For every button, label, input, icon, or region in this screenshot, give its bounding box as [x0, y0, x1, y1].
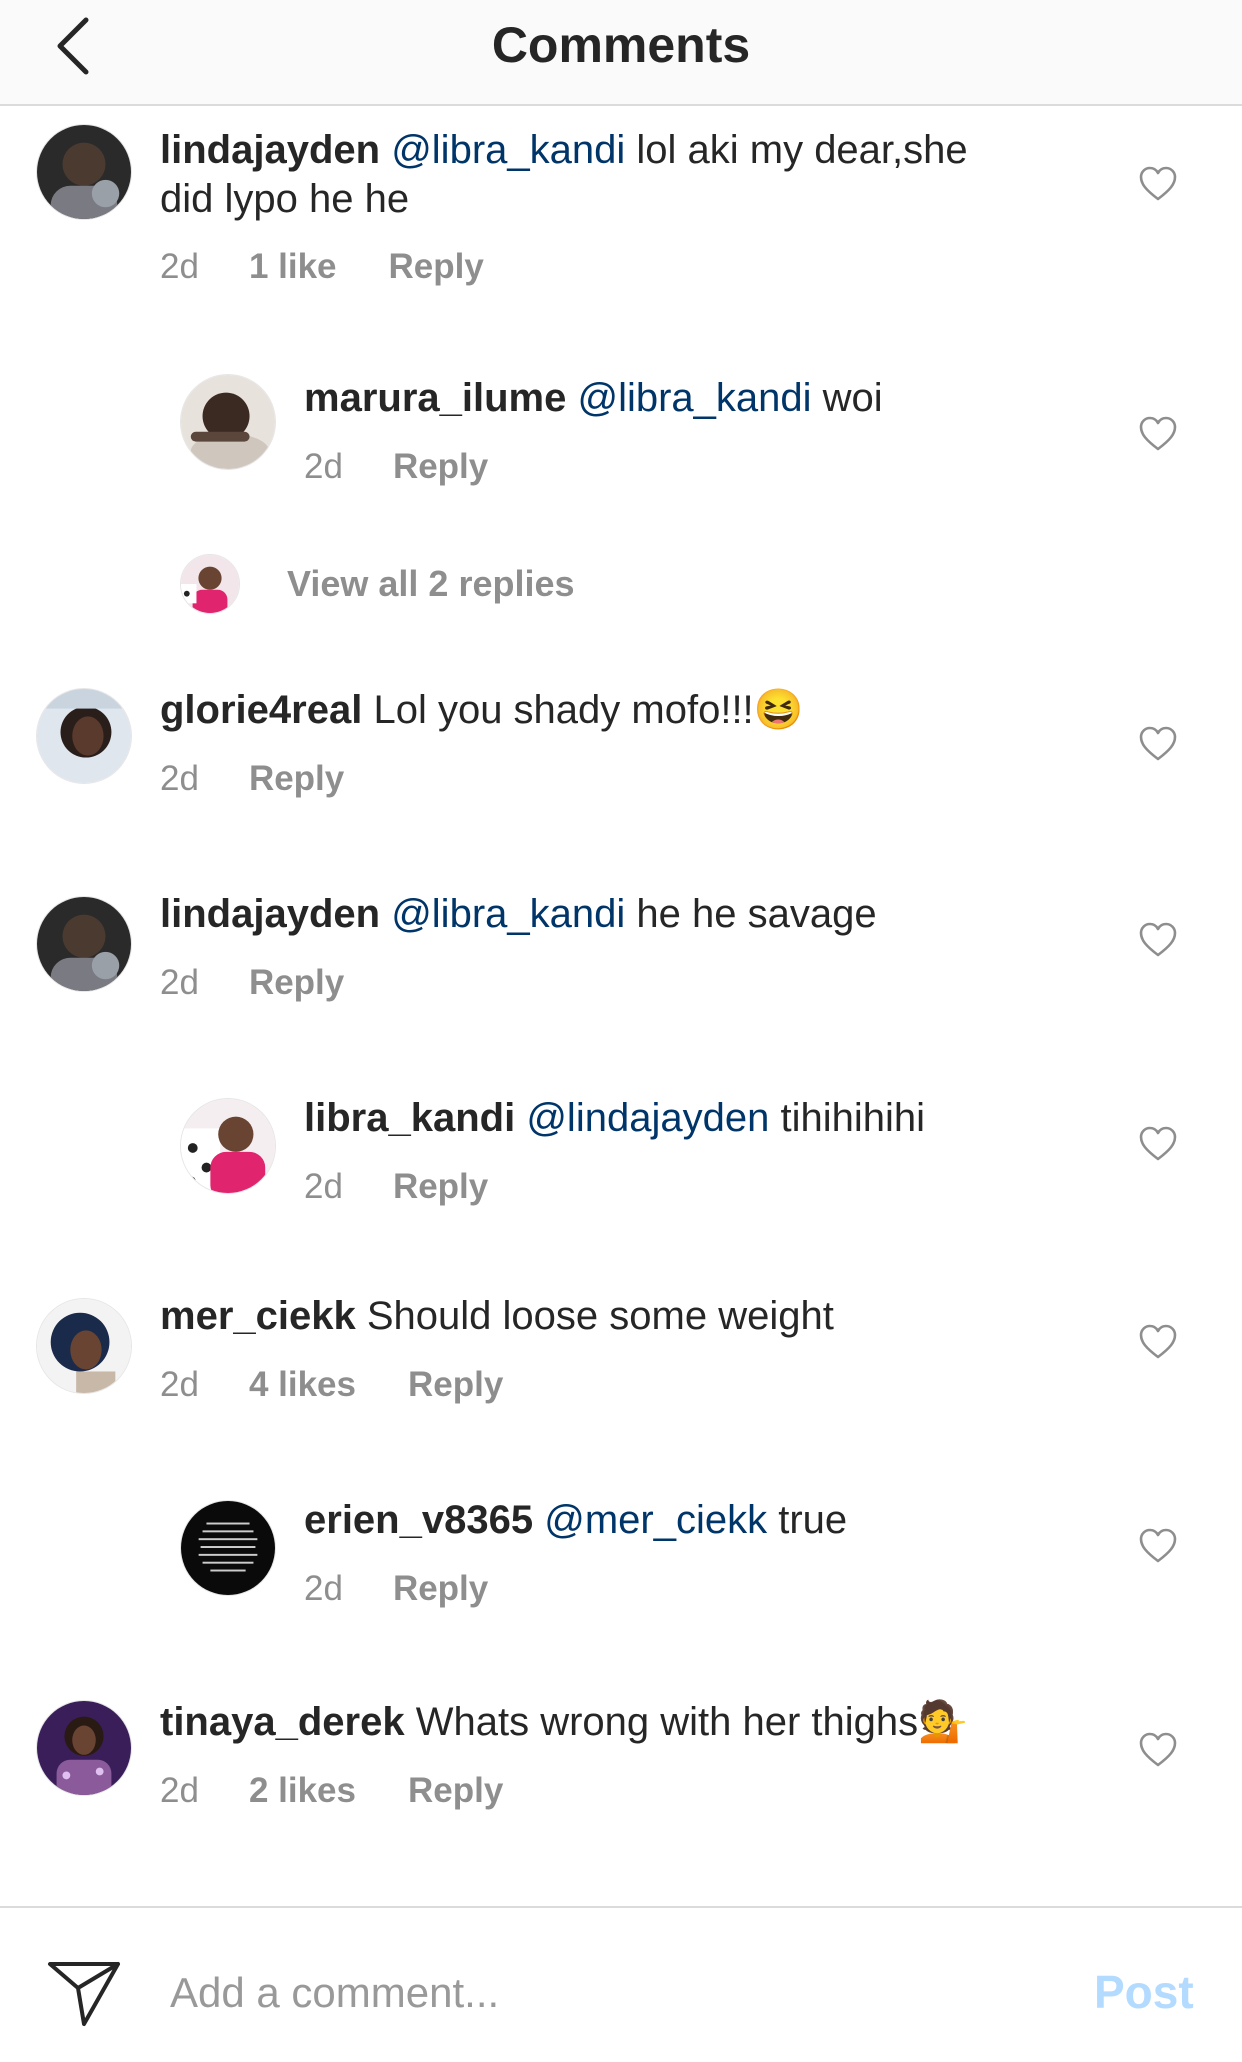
comment-body: Should loose some weight — [366, 1294, 834, 1338]
comment-input[interactable] — [170, 1958, 1050, 2028]
heart-icon[interactable] — [1138, 726, 1178, 762]
comment-meta: 2d 2 likes Reply — [160, 1770, 503, 1812]
reply-button[interactable]: Reply — [249, 758, 344, 800]
comment-time: 2d — [160, 759, 199, 798]
comment-text: glorie4real Lol you shady mofo!!!😆 — [160, 686, 1060, 735]
comment-text: erien_v8365 @mer_ciekk true — [304, 1496, 1064, 1545]
comment-likes[interactable]: 4 likes — [249, 1364, 356, 1406]
comment-body: Lol you shady mofo!!! — [373, 688, 754, 732]
comment-meta: 2d Reply — [304, 1568, 488, 1610]
reply-button[interactable]: Reply — [393, 1166, 488, 1208]
comment-likes[interactable]: 2 likes — [249, 1770, 356, 1812]
comment-username[interactable]: tinaya_derek — [160, 1700, 405, 1744]
heart-icon[interactable] — [1138, 1324, 1178, 1360]
page-title: Comments — [491, 17, 751, 73]
avatar[interactable] — [36, 1700, 132, 1796]
comment-time: 2d — [160, 1365, 199, 1404]
comment-meta: 2d 1 like Reply — [160, 246, 484, 288]
avatar[interactable] — [180, 1098, 276, 1194]
avatar[interactable] — [36, 688, 132, 784]
comment-body: Whats wrong with her thighs — [415, 1700, 919, 1744]
comment-body: true — [778, 1498, 848, 1542]
comment-body-line2: did lypo he he — [160, 177, 410, 221]
reply-button[interactable]: Reply — [393, 446, 488, 488]
heart-icon[interactable] — [1138, 166, 1178, 202]
comment-username[interactable]: lindajayden — [160, 892, 380, 936]
comment-username[interactable]: lindajayden — [160, 128, 380, 172]
send-icon[interactable] — [46, 1958, 122, 2028]
comment-meta: 2d Reply — [160, 758, 344, 800]
comment-meta: 2d Reply — [304, 1166, 488, 1208]
post-button[interactable]: Post — [1094, 1962, 1194, 2022]
comment-username[interactable]: glorie4real — [160, 688, 362, 732]
comment-body: tihihihihi — [780, 1096, 925, 1140]
comment-mention[interactable]: @lindajayden — [526, 1096, 769, 1140]
heart-icon[interactable] — [1138, 1732, 1178, 1768]
heart-icon[interactable] — [1138, 1126, 1178, 1162]
header-bar: Comments — [0, 0, 1242, 106]
avatar[interactable] — [180, 374, 276, 470]
avatar[interactable] — [36, 896, 132, 992]
heart-icon[interactable] — [1138, 416, 1178, 452]
comment-time: 2d — [304, 1569, 343, 1608]
avatar[interactable] — [36, 1298, 132, 1394]
heart-icon[interactable] — [1138, 1528, 1178, 1564]
comment-text: tinaya_derek Whats wrong with her thighs… — [160, 1698, 1060, 1747]
comment-time: 2d — [160, 247, 199, 286]
avatar — [180, 554, 240, 614]
comment-body: lol aki my dear,she — [636, 128, 968, 172]
comment-text: lindajayden @libra_kandi lol aki my dear… — [160, 126, 1060, 224]
comment-username[interactable]: libra_kandi — [304, 1096, 515, 1140]
comment-mention[interactable]: @mer_ciekk — [544, 1498, 767, 1542]
comment-time: 2d — [304, 447, 343, 486]
comment-text: mer_ciekk Should loose some weight — [160, 1292, 1060, 1341]
avatar[interactable] — [180, 1500, 276, 1596]
information-desk-person-emoji-icon: 💁 — [918, 1700, 968, 1744]
comment-mention[interactable]: @libra_kandi — [391, 892, 625, 936]
reply-button[interactable]: Reply — [408, 1770, 503, 1812]
comment-mention[interactable]: @libra_kandi — [577, 376, 811, 420]
comment-text: libra_kandi @lindajayden tihihihihi — [304, 1094, 1064, 1143]
avatar[interactable] — [36, 124, 132, 220]
reply-button[interactable]: Reply — [249, 962, 344, 1004]
reply-button[interactable]: Reply — [393, 1568, 488, 1610]
comment-body: he he savage — [636, 892, 877, 936]
comment-mention[interactable]: @libra_kandi — [391, 128, 625, 172]
comment-text: lindajayden @libra_kandi he he savage — [160, 890, 1060, 939]
laughing-emoji-icon: 😆 — [753, 688, 804, 732]
reply-button[interactable]: Reply — [389, 246, 484, 288]
comment-likes[interactable]: 1 like — [249, 246, 337, 288]
comment-username[interactable]: erien_v8365 — [304, 1498, 533, 1542]
reply-button[interactable]: Reply — [408, 1364, 503, 1406]
comment-meta: 2d Reply — [160, 962, 344, 1004]
comment-username[interactable]: marura_ilume — [304, 376, 566, 420]
comment-meta: 2d Reply — [304, 446, 488, 488]
view-all-replies-link[interactable]: View all 2 replies — [287, 562, 575, 606]
heart-icon[interactable] — [1138, 922, 1178, 958]
comment-composer: Post — [0, 1906, 1242, 2062]
comment-username[interactable]: mer_ciekk — [160, 1294, 356, 1338]
comment-text: marura_ilume @libra_kandi woi — [304, 374, 1064, 423]
comment-time: 2d — [160, 1771, 199, 1810]
comment-time: 2d — [304, 1167, 343, 1206]
comment-meta: 2d 4 likes Reply — [160, 1364, 503, 1406]
comment-time: 2d — [160, 963, 199, 1002]
comment-body: woi — [822, 376, 883, 420]
